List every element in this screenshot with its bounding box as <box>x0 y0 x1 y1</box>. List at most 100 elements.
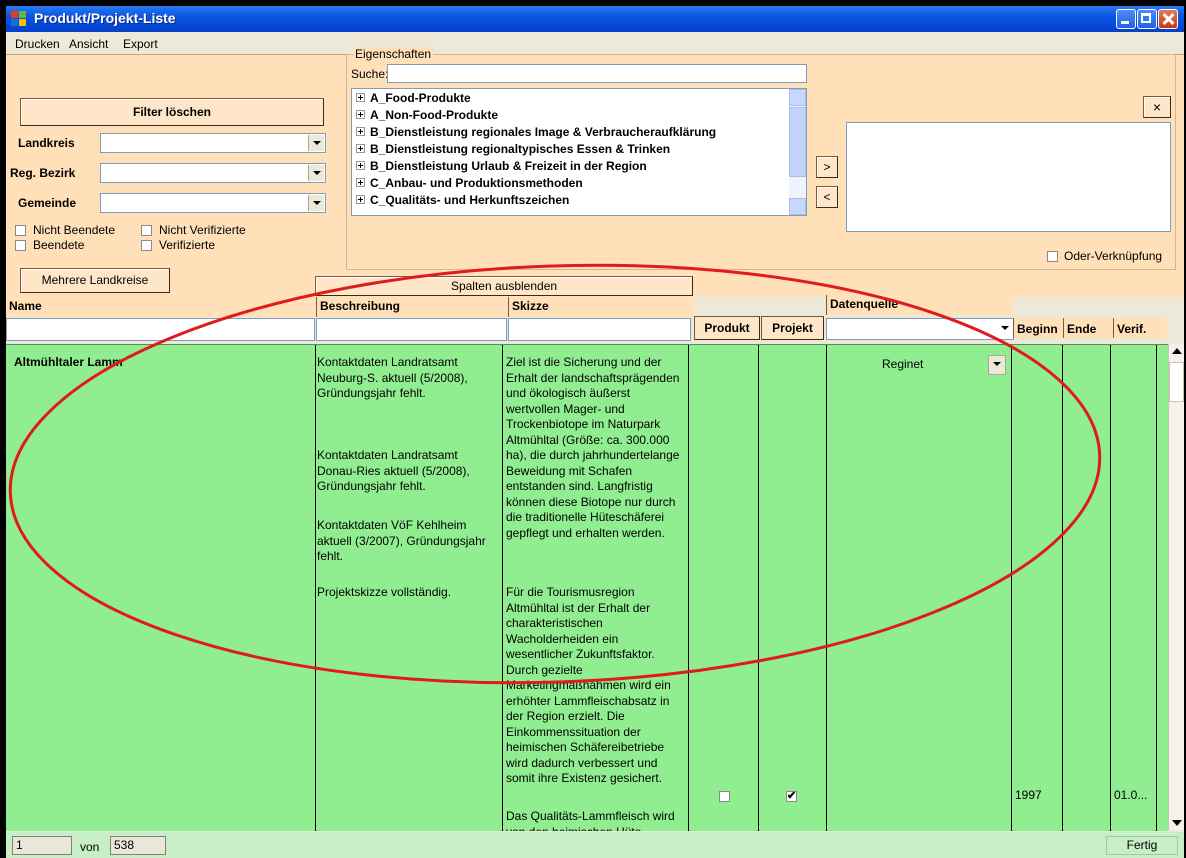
header-verif[interactable]: Verif. <box>1113 318 1167 338</box>
row-datenquelle-dropdown[interactable] <box>988 355 1006 375</box>
multi-landkreise-button[interactable]: Mehrere Landkreise <box>20 268 170 293</box>
app-window: Produkt/Projekt-Liste Drucken Ansicht Ex… <box>6 6 1184 858</box>
row-skizze-2[interactable]: Für die Tourismusregion Altmühltal ist d… <box>506 585 686 787</box>
regbezirk-select[interactable] <box>100 163 326 183</box>
expand-icon[interactable] <box>356 178 365 187</box>
header-produkt[interactable]: Produkt <box>694 316 760 340</box>
chevron-down-icon[interactable] <box>997 320 1012 336</box>
row-projekt-checkbox[interactable]: ✔ <box>786 791 797 802</box>
tree-scrollbar[interactable] <box>789 89 806 215</box>
header-name[interactable]: Name <box>6 297 316 317</box>
nicht-beendete-label: Nicht Beendete <box>33 223 116 237</box>
gemeinde-label: Gemeinde <box>18 196 77 210</box>
expand-icon[interactable] <box>356 195 365 204</box>
landkreis-select[interactable] <box>100 133 326 153</box>
properties-tree[interactable]: A_Food-Produkte A_Non-Food-Produkte B_Di… <box>351 88 807 216</box>
landkreis-label: Landkreis <box>18 136 75 150</box>
hide-columns-button[interactable]: Spalten ausblenden <box>315 276 693 296</box>
beendete-label: Beendete <box>33 238 85 252</box>
oder-verknuepfung-label: Oder-Verknüpfung <box>1064 249 1163 263</box>
close-button[interactable] <box>1158 9 1178 29</box>
grid-line <box>1062 345 1063 831</box>
grid-line <box>1156 345 1157 831</box>
header-beschreibung[interactable]: Beschreibung <box>316 297 508 317</box>
properties-group-title: Eigenschaften <box>353 47 434 61</box>
row-verif[interactable]: 01.0... <box>1114 788 1147 804</box>
chevron-down-icon[interactable] <box>308 135 324 151</box>
clear-filter-button[interactable]: Filter löschen <box>20 98 324 126</box>
grid-line <box>502 345 503 831</box>
beschreibung-filter-input[interactable] <box>316 318 507 341</box>
menu-drucken[interactable]: Drucken <box>15 37 60 51</box>
expand-icon[interactable] <box>356 144 365 153</box>
row-produkt-checkbox[interactable] <box>719 791 730 802</box>
row-skizze-3[interactable]: Das Qualitäts-Lammfleisch wird von den h… <box>506 809 686 831</box>
search-input[interactable] <box>387 64 807 83</box>
add-property-button[interactable]: > <box>816 156 838 178</box>
status-bar: 1 von 538 Fertig <box>6 832 1184 858</box>
expand-icon[interactable] <box>356 127 365 136</box>
header-beginn[interactable]: Beginn <box>1013 318 1063 338</box>
expand-icon[interactable] <box>356 110 365 119</box>
grid-line <box>688 345 689 831</box>
row-datenquelle[interactable]: Reginet <box>882 357 923 373</box>
row-beschreibung-3[interactable]: Kontaktdaten VöF Kehlheim aktuell (3/200… <box>317 518 497 565</box>
menu-export[interactable]: Export <box>123 37 158 51</box>
remove-property-button[interactable]: < <box>816 186 838 208</box>
header-datenquelle[interactable]: Datenquelle <box>826 295 1014 315</box>
chevron-down-icon[interactable] <box>989 356 1005 374</box>
row-beschreibung-2[interactable]: Kontaktdaten Landratsamt Donau-Ries aktu… <box>317 448 497 495</box>
search-label: Suche: <box>351 67 389 81</box>
menu-ansicht[interactable]: Ansicht <box>69 37 108 51</box>
grid-line <box>826 345 827 831</box>
verifizierte-label: Verifizierte <box>159 238 216 252</box>
gemeinde-select[interactable] <box>100 193 326 213</box>
maximize-button[interactable] <box>1137 9 1157 29</box>
nicht-beendete-checkbox[interactable] <box>15 225 26 236</box>
header-skizze[interactable]: Skizze <box>508 297 694 317</box>
status-state: Fertig <box>1106 836 1178 855</box>
row-name[interactable]: Altmühltaler Lamm <box>14 355 123 371</box>
chevron-down-icon[interactable] <box>308 195 324 211</box>
data-grid[interactable]: Altmühltaler Lamm Kontaktdaten Landratsa… <box>6 344 1168 831</box>
clear-selection-button[interactable]: × <box>1143 96 1171 118</box>
header-ende[interactable]: Ende <box>1063 318 1113 338</box>
row-skizze-1[interactable]: Ziel ist die Sicherung und der Erhalt de… <box>506 355 686 541</box>
skizze-filter-input[interactable] <box>508 318 691 341</box>
nicht-verifizierte-label: Nicht Verifizierte <box>159 223 246 237</box>
row-beginn[interactable]: 1997 <box>1015 788 1042 804</box>
beendete-checkbox[interactable] <box>15 240 26 251</box>
expand-icon[interactable] <box>356 93 365 102</box>
minimize-button[interactable] <box>1116 9 1136 29</box>
oder-verknuepfung-checkbox[interactable] <box>1047 251 1058 262</box>
expand-icon[interactable] <box>356 161 365 170</box>
name-filter-input[interactable] <box>6 318 315 341</box>
selected-properties-list[interactable] <box>846 122 1171 232</box>
verifizierte-checkbox[interactable] <box>141 240 152 251</box>
scroll-thumb[interactable] <box>789 107 806 177</box>
grid-line <box>1110 345 1111 831</box>
regbezirk-label: Reg. Bezirk <box>10 166 76 180</box>
app-icon <box>11 11 27 27</box>
grid-scrollbar[interactable] <box>1168 344 1184 830</box>
datenquelle-filter-select[interactable] <box>826 318 1014 340</box>
scroll-up-icon[interactable] <box>789 89 806 106</box>
record-total: 538 <box>110 836 166 855</box>
scroll-down-icon[interactable] <box>789 198 806 215</box>
scroll-down-icon[interactable] <box>1172 820 1182 826</box>
nicht-verifizierte-checkbox[interactable] <box>141 225 152 236</box>
header-projekt[interactable]: Projekt <box>761 316 824 340</box>
chevron-down-icon[interactable] <box>308 165 324 181</box>
grid-line <box>1011 345 1012 831</box>
record-index-input[interactable]: 1 <box>12 836 72 855</box>
grid-line <box>758 345 759 831</box>
title-bar[interactable]: Produkt/Projekt-Liste <box>6 6 1184 32</box>
von-label: von <box>80 840 100 854</box>
menu-bar: Drucken Ansicht Export <box>6 32 1184 54</box>
grid-line <box>315 345 316 831</box>
row-beschreibung-4[interactable]: Projektskizze vollständig. <box>317 585 497 601</box>
scroll-up-icon[interactable] <box>1172 348 1182 354</box>
window-title: Produkt/Projekt-Liste <box>34 10 176 26</box>
row-beschreibung-1[interactable]: Kontaktdaten Landratsamt Neuburg-S. aktu… <box>317 355 497 402</box>
scroll-thumb[interactable] <box>1169 362 1184 402</box>
